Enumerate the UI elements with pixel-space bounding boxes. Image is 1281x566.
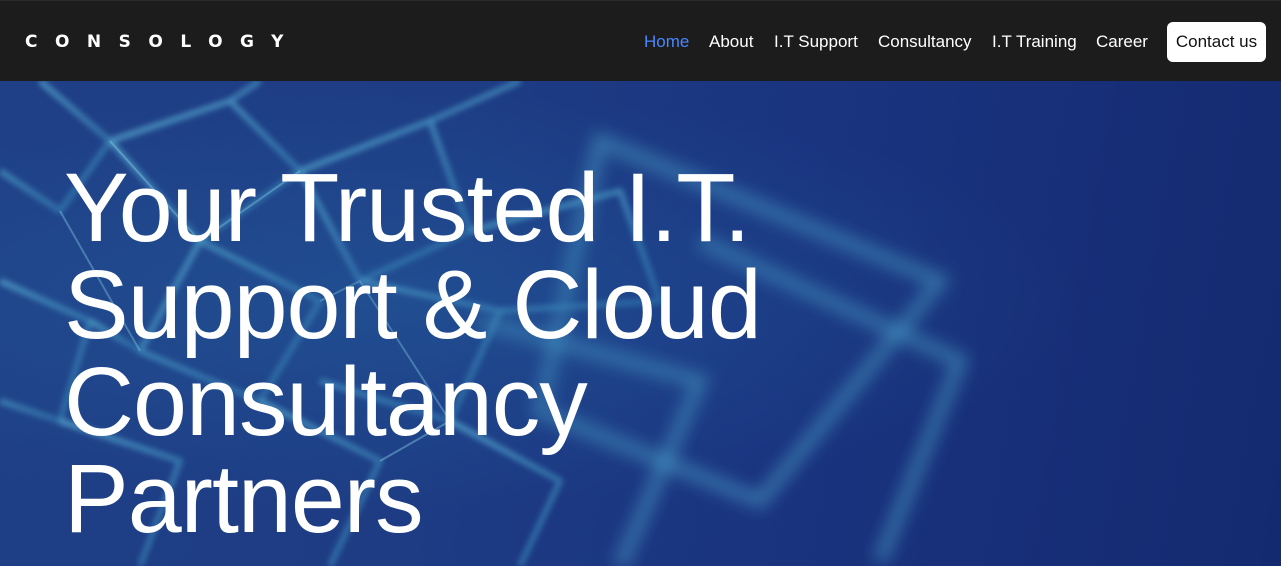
main-nav: Home About I.T Support Consultancy I.T T… — [0, 1, 1281, 82]
site-header: CONSOLOGY Home About I.T Support Consult… — [0, 0, 1281, 81]
contact-us-button[interactable]: Contact us — [1167, 22, 1266, 62]
nav-it-support[interactable]: I.T Support — [774, 32, 858, 52]
hero-headline-line-3: Consultancy — [64, 347, 588, 456]
hero-headline-line-4: Partners — [64, 444, 424, 553]
nav-about[interactable]: About — [709, 32, 753, 52]
nav-home[interactable]: Home — [644, 32, 689, 52]
hero-headline-line-2: Support & Cloud — [64, 250, 762, 359]
nav-consultancy[interactable]: Consultancy — [878, 32, 972, 52]
hero-headline-line-1: Your Trusted I.T. — [64, 153, 751, 262]
nav-career[interactable]: Career — [1096, 32, 1148, 52]
hero-section: Your Trusted I.T. Support & Cloud Consul… — [0, 81, 1281, 566]
hero-headline: Your Trusted I.T. Support & Cloud Consul… — [64, 159, 964, 547]
nav-it-training[interactable]: I.T Training — [992, 32, 1077, 52]
